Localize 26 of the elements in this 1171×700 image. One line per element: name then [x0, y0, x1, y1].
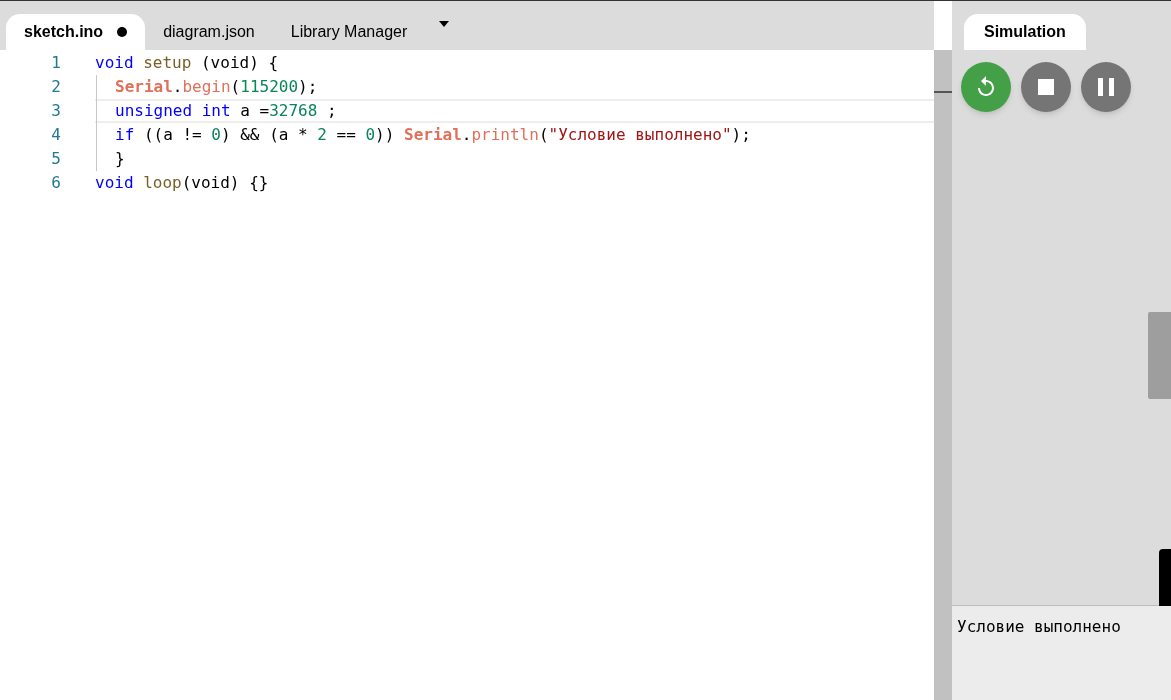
- pause-button[interactable]: [1081, 62, 1131, 112]
- code-line: Serial.begin(115200);: [115, 76, 318, 98]
- restart-button[interactable]: [961, 62, 1011, 112]
- stop-icon: [1038, 79, 1054, 95]
- code-line: unsigned int a =32768 ;: [115, 100, 337, 122]
- pause-icon: [1098, 78, 1114, 96]
- panel-scrollbar-thumb[interactable]: [1148, 312, 1171, 399]
- code-line: if ((a != 0) && (a * 2 == 0)) Serial.println("Условие выполнено");: [115, 124, 751, 146]
- stop-button[interactable]: [1021, 62, 1071, 112]
- dropdown-caret-icon[interactable]: [439, 20, 450, 27]
- editor-tab[interactable]: diagram.json: [145, 14, 273, 50]
- simulation-tab[interactable]: Simulation: [964, 14, 1086, 50]
- serial-output-text: Условие выполнено: [957, 617, 1121, 636]
- line-number: 6: [50, 172, 62, 194]
- dark-canvas-edge: [1159, 549, 1171, 606]
- line-number: 1: [50, 52, 62, 74]
- line-number: 4: [50, 124, 62, 146]
- line-number: 3: [50, 100, 62, 122]
- line-number: 5: [50, 148, 62, 170]
- editor-tab[interactable]: sketch.ino: [6, 14, 146, 50]
- code-line: }: [115, 148, 125, 170]
- editor-tab[interactable]: Library Manager: [272, 14, 426, 50]
- code-line: void setup (void) {: [95, 52, 279, 74]
- editor-scrollbar[interactable]: [934, 50, 952, 700]
- code-line: void loop(void) {}: [95, 172, 269, 194]
- line-number: 2: [50, 76, 62, 98]
